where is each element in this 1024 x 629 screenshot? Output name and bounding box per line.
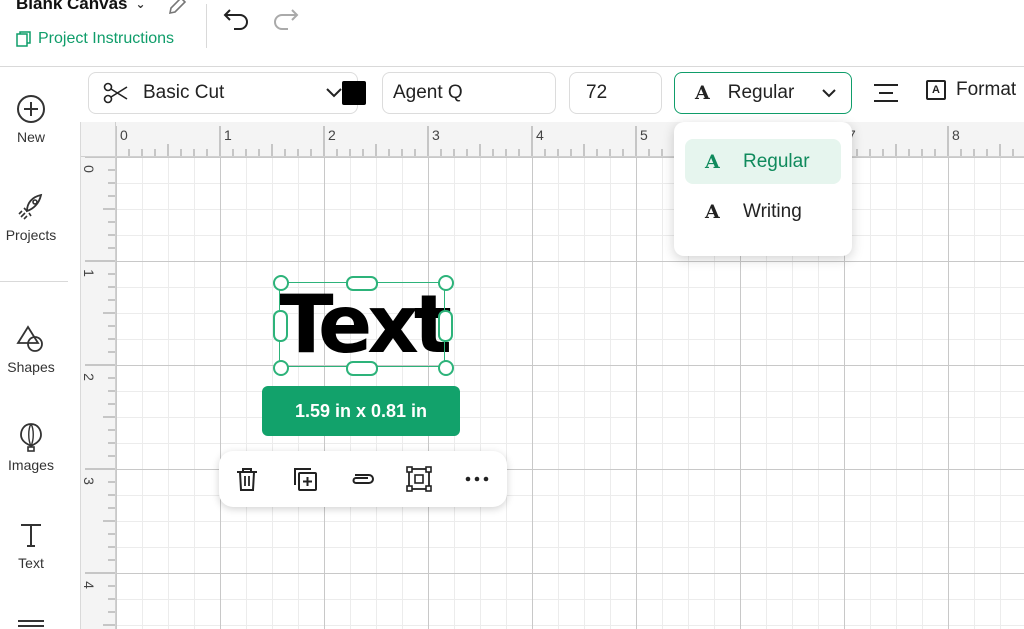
format-label: Format: [956, 79, 1017, 100]
color-swatch[interactable]: [342, 81, 366, 105]
ruler-left-label: 2: [80, 373, 97, 381]
resize-handle-bottom[interactable]: [346, 361, 378, 376]
ruler-top-label: 1: [224, 127, 232, 143]
size-label: 1.59 in x 0.81 in: [294, 400, 428, 421]
more-options-icon[interactable]: [463, 465, 491, 493]
ruler-top-label: 3: [432, 127, 440, 143]
pencil-icon[interactable]: [166, 0, 188, 16]
font-style-glyph: A: [695, 82, 710, 104]
dropdown-option-label: Regular: [743, 150, 810, 172]
balloon-icon: [20, 423, 42, 452]
align-center-icon[interactable]: [872, 81, 900, 105]
sidebar-item-label: New: [16, 129, 45, 145]
font-name: Agent Q: [393, 82, 463, 103]
ruler-top-label: 2: [328, 127, 336, 143]
resize-handle-right[interactable]: [438, 310, 453, 342]
sidebar-item-label: Projects: [5, 227, 57, 243]
rocket-icon: [18, 193, 43, 220]
ruler-left-label: 0: [80, 165, 97, 173]
resize-handle-top-left[interactable]: [273, 275, 289, 291]
format-icon: A: [926, 80, 946, 100]
document-icon: [16, 31, 31, 47]
font-style-dropdown: A Regular A Writing: [674, 122, 852, 256]
resize-handle-left[interactable]: [273, 310, 288, 342]
project-name-dropdown[interactable]: Blank Canvas ⌄: [16, 0, 146, 14]
font-style-label: Regular: [727, 82, 795, 103]
project-instructions-label: Project Instructions: [38, 30, 175, 47]
chevron-down-icon: ⌄: [135, 0, 146, 11]
left-sidebar: New Projects Shapes Images Text: [0, 67, 81, 629]
selection-box: [279, 282, 445, 367]
templates-icon[interactable]: [16, 619, 46, 629]
divider: [206, 4, 207, 48]
resize-handle-bottom-right[interactable]: [438, 360, 454, 376]
operation-label: Basic Cut: [143, 82, 225, 103]
text-t-icon: [21, 524, 41, 547]
duplicate-icon[interactable]: [291, 465, 319, 493]
resize-handle-top-right[interactable]: [438, 275, 454, 291]
ruler-left-ticks: [85, 156, 115, 626]
project-name: Blank Canvas: [16, 0, 128, 13]
redo-icon[interactable]: [270, 4, 300, 32]
attach-icon[interactable]: [348, 465, 376, 493]
quick-actions-bar: [219, 451, 507, 507]
scissors-icon: [103, 82, 128, 104]
size-badge: 1.59 in x 0.81 in: [262, 386, 460, 436]
sidebar-divider: [0, 281, 68, 282]
resize-handle-top[interactable]: [346, 276, 378, 291]
font-style-glyph: A: [705, 150, 720, 173]
ruler-left: 0 1 2 3 4: [81, 156, 116, 629]
font-size-value: 72: [586, 82, 608, 103]
dropdown-option-label: Writing: [743, 200, 802, 222]
ruler-left-label: 1: [80, 269, 97, 277]
sidebar-item-text[interactable]: Text: [0, 519, 62, 571]
plus-circle-icon: [17, 95, 45, 123]
font-select[interactable]: Agent Q: [382, 72, 556, 114]
sidebar-item-label: Shapes: [7, 359, 55, 375]
dropdown-option-writing[interactable]: A Writing: [685, 189, 841, 234]
format-button[interactable]: A Format: [926, 79, 1016, 101]
ruler-left-label: 4: [80, 581, 97, 589]
sidebar-item-projects[interactable]: Projects: [0, 191, 62, 243]
font-style-select[interactable]: A Regular: [674, 72, 852, 114]
sidebar-item-new[interactable]: New: [0, 93, 62, 145]
ruler-top-label: 8: [952, 127, 960, 143]
trash-icon[interactable]: [233, 465, 261, 493]
ruler-top: 0 1 2 3 4 5 6 7 8: [81, 122, 1024, 157]
sidebar-item-label: Images: [8, 457, 54, 473]
ruler-top-label: 4: [536, 127, 544, 143]
sidebar-item-shapes[interactable]: Shapes: [0, 323, 62, 375]
project-instructions-link[interactable]: Project Instructions: [16, 30, 174, 48]
sidebar-item-label: Text: [18, 555, 44, 571]
chevron-down-icon: [822, 88, 836, 97]
dropdown-option-regular[interactable]: A Regular: [685, 139, 841, 184]
undo-icon[interactable]: [222, 4, 252, 32]
resize-handle-bottom-left[interactable]: [273, 360, 289, 376]
shapes-icon: [16, 325, 43, 352]
ruler-top-label: 5: [640, 127, 648, 143]
operation-select[interactable]: Basic Cut: [88, 72, 358, 114]
ruler-corner: [81, 122, 116, 157]
font-style-glyph: A: [705, 200, 720, 223]
top-bar: Blank Canvas ⌄ Project Instructions: [0, 0, 1024, 67]
sidebar-item-images[interactable]: Images: [0, 421, 62, 473]
ruler-left-label: 3: [80, 477, 97, 485]
ruler-top-label: 0: [120, 127, 128, 143]
design-canvas[interactable]: 0 1 2 3 4 5 6 7 8 0 1 2 3 4: [81, 122, 1024, 629]
font-size-input[interactable]: 72: [569, 72, 662, 114]
group-icon[interactable]: [405, 465, 433, 493]
ruler-top-ticks: [115, 126, 1014, 156]
edit-toolbar: Basic Cut Agent Q 72 A Regular A Format: [80, 67, 1024, 122]
chevron-down-icon: [326, 88, 342, 98]
